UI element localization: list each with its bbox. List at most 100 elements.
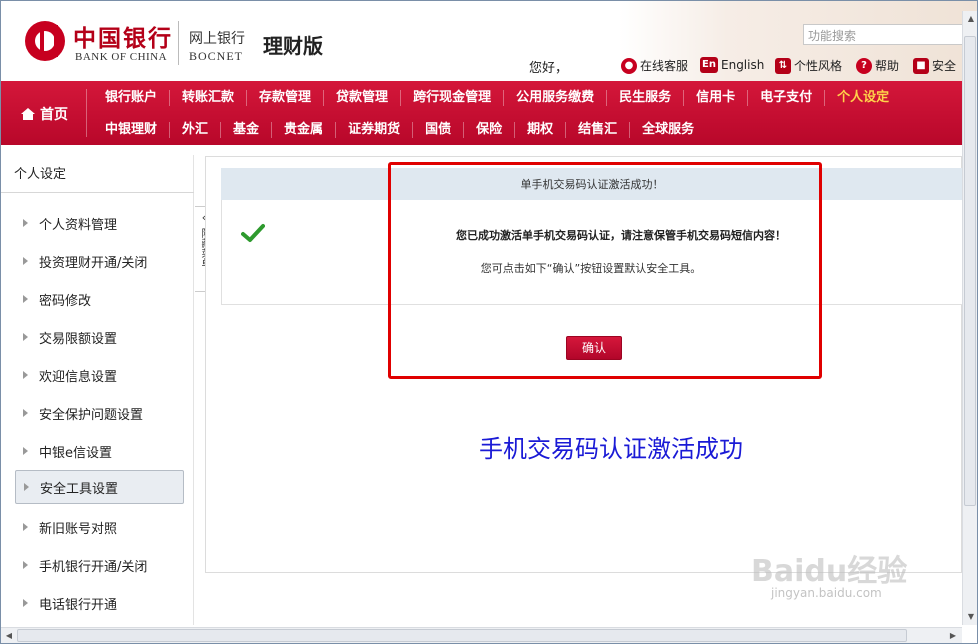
nav-item-insurance[interactable]: 保险 (464, 122, 516, 138)
english-link[interactable]: En English (700, 57, 764, 73)
sidebar-item-label: 新旧账号对照 (39, 521, 118, 537)
sidebar-item-security-question[interactable]: 安全保护问题设置 (15, 396, 184, 430)
nav-home[interactable]: 首页 (21, 104, 68, 124)
watermark-logo: Baidu经验 (751, 554, 908, 589)
greeting-text: 您好， (529, 61, 569, 76)
nav-divider (86, 89, 87, 137)
help-icon: ? (856, 57, 872, 74)
nav-row-2: 中银理财 外汇 基金 贵金属 证券期货 国债 保险 期权 结售汇 全球服务 (93, 117, 706, 143)
nav-item-deposit[interactable]: 存款管理 (247, 90, 325, 106)
bank-name-cn: 中国银行 (73, 25, 173, 52)
nav-item-options[interactable]: 期权 (515, 122, 567, 138)
english-label: English (721, 58, 765, 72)
sidebar-item-label: 安全保护问题设置 (39, 407, 144, 423)
arrow-right-icon (23, 409, 28, 417)
style-label: 个性风格 (794, 59, 843, 73)
sidebar-item-label: 中银e信设置 (39, 445, 112, 461)
sidebar-title: 个人设定 (1, 155, 194, 193)
arrow-right-icon (23, 447, 28, 455)
arrow-right-icon (23, 599, 28, 607)
horizontal-scroll-thumb[interactable] (17, 629, 907, 642)
nav-item-treasury-bond[interactable]: 国债 (413, 122, 465, 138)
security-link[interactable]: ■ 安全 (913, 57, 956, 74)
sidebar-item-label: 欢迎信息设置 (39, 369, 118, 385)
help-link[interactable]: ? 帮助 (856, 57, 899, 74)
nav-item-utility-payment[interactable]: 公用服务缴费 (504, 90, 608, 106)
nav-item-fund[interactable]: 基金 (221, 122, 273, 138)
bank-logo-icon (25, 21, 65, 61)
sidebar-item-password[interactable]: 密码修改 (15, 282, 184, 316)
ebank-label-en: BOCNET (189, 49, 243, 63)
sidebar-item-limit[interactable]: 交易限额设置 (15, 320, 184, 354)
nav-item-fx-settlement[interactable]: 结售汇 (566, 122, 631, 138)
nav-row-1: 银行账户 转账汇款 存款管理 贷款管理 跨行现金管理 公用服务缴费 民生服务 信… (93, 85, 901, 111)
browser-frame: 中国银行 BANK OF CHINA 网上银行 BOCNET 理财版 功能搜索 … (0, 0, 978, 644)
sidebar-item-security-tools[interactable]: 安全工具设置 (15, 470, 184, 504)
arrow-right-icon (23, 333, 28, 341)
nav-home-label: 首页 (40, 107, 68, 123)
scroll-up-icon[interactable]: ▲ (963, 11, 977, 27)
sidebar-item-account-mapping[interactable]: 新旧账号对照 (15, 510, 184, 544)
nav-item-personal-settings[interactable]: 个人设定 (825, 90, 901, 106)
annotation-highlight-box (388, 162, 822, 379)
site-header: 中国银行 BANK OF CHINA 网上银行 BOCNET 理财版 功能搜索 … (1, 1, 977, 81)
nav-item-precious-metal[interactable]: 贵金属 (272, 122, 337, 138)
nav-item-transfer[interactable]: 转账汇款 (170, 90, 248, 106)
security-label: 安全 (932, 59, 957, 73)
lock-icon: ■ (913, 57, 929, 74)
scroll-right-icon[interactable]: ▶ (945, 628, 961, 643)
arrow-right-icon (23, 371, 28, 379)
nav-item-bank-account[interactable]: 银行账户 (93, 90, 171, 106)
help-label: 帮助 (875, 59, 900, 73)
sidebar-item-welcome[interactable]: 欢迎信息设置 (15, 358, 184, 392)
arrow-right-icon (24, 483, 29, 491)
home-icon (21, 108, 35, 120)
sidebar-item-label: 安全工具设置 (40, 481, 119, 497)
sidebar-item-phone-banking[interactable]: 电话银行开通 (15, 586, 184, 620)
customer-service-link[interactable]: ● 在线客服 (621, 57, 688, 74)
arrow-right-icon (23, 219, 28, 227)
sidebar-item-label: 交易限额设置 (39, 331, 118, 347)
nav-item-cash-management[interactable]: 跨行现金管理 (401, 90, 505, 106)
sidebar-item-label: 手机银行开通/关闭 (39, 559, 148, 575)
arrow-right-icon (23, 257, 28, 265)
style-link[interactable]: ⇅ 个性风格 (775, 57, 842, 74)
scroll-left-icon[interactable]: ◀ (1, 628, 17, 643)
nav-item-livelihood[interactable]: 民生服务 (607, 90, 685, 106)
edition-label: 理财版 (263, 34, 323, 58)
ebank-label-cn: 网上银行 (189, 31, 245, 47)
user-name-masked (581, 57, 615, 73)
customer-service-icon: ● (621, 57, 637, 74)
sidebar-item-label: 个人资料管理 (39, 217, 118, 233)
vertical-scroll-thumb[interactable] (964, 36, 976, 506)
nav-item-loan[interactable]: 贷款管理 (324, 90, 402, 106)
sidebar-item-label: 密码修改 (39, 293, 92, 309)
nav-item-global-service[interactable]: 全球服务 (630, 122, 706, 138)
sidebar-item-investment-toggle[interactable]: 投资理财开通/关闭 (15, 244, 184, 278)
arrow-right-icon (23, 561, 28, 569)
sidebar-item-label: 电话银行开通 (39, 597, 118, 613)
swap-arrows-icon: ⇅ (775, 57, 791, 74)
arrow-right-icon (23, 295, 28, 303)
english-icon: En (700, 57, 718, 73)
nav-item-securities[interactable]: 证券期货 (336, 122, 414, 138)
sidebar: 个人设定 个人资料管理 投资理财开通/关闭 密码修改 交易限额设置 欢迎信息设置… (1, 155, 194, 625)
sidebar-item-profile[interactable]: 个人资料管理 (15, 206, 184, 240)
annotation-caption: 手机交易码认证激活成功 (479, 435, 743, 463)
nav-item-forex[interactable]: 外汇 (170, 122, 222, 138)
watermark-url: jingyan.baidu.com (771, 586, 882, 600)
nav-item-credit-card[interactable]: 信用卡 (684, 90, 749, 106)
function-search-input[interactable]: 功能搜索 (803, 24, 977, 45)
sidebar-item-mobile-banking[interactable]: 手机银行开通/关闭 (15, 548, 184, 582)
arrow-right-icon (23, 523, 28, 531)
nav-item-e-payment[interactable]: 电子支付 (748, 90, 826, 106)
customer-service-label: 在线客服 (640, 59, 689, 73)
sidebar-item-label: 投资理财开通/关闭 (39, 255, 148, 271)
main-nav: 首页 银行账户 转账汇款 存款管理 贷款管理 跨行现金管理 公用服务缴费 民生服… (1, 81, 977, 145)
success-check-icon (241, 224, 265, 242)
nav-item-wealth[interactable]: 中银理财 (93, 122, 171, 138)
logo-divider (178, 21, 179, 65)
bank-name-en: BANK OF CHINA (75, 51, 168, 63)
sidebar-item-e-message[interactable]: 中银e信设置 (15, 434, 184, 468)
scroll-down-icon[interactable]: ▼ (963, 609, 977, 625)
